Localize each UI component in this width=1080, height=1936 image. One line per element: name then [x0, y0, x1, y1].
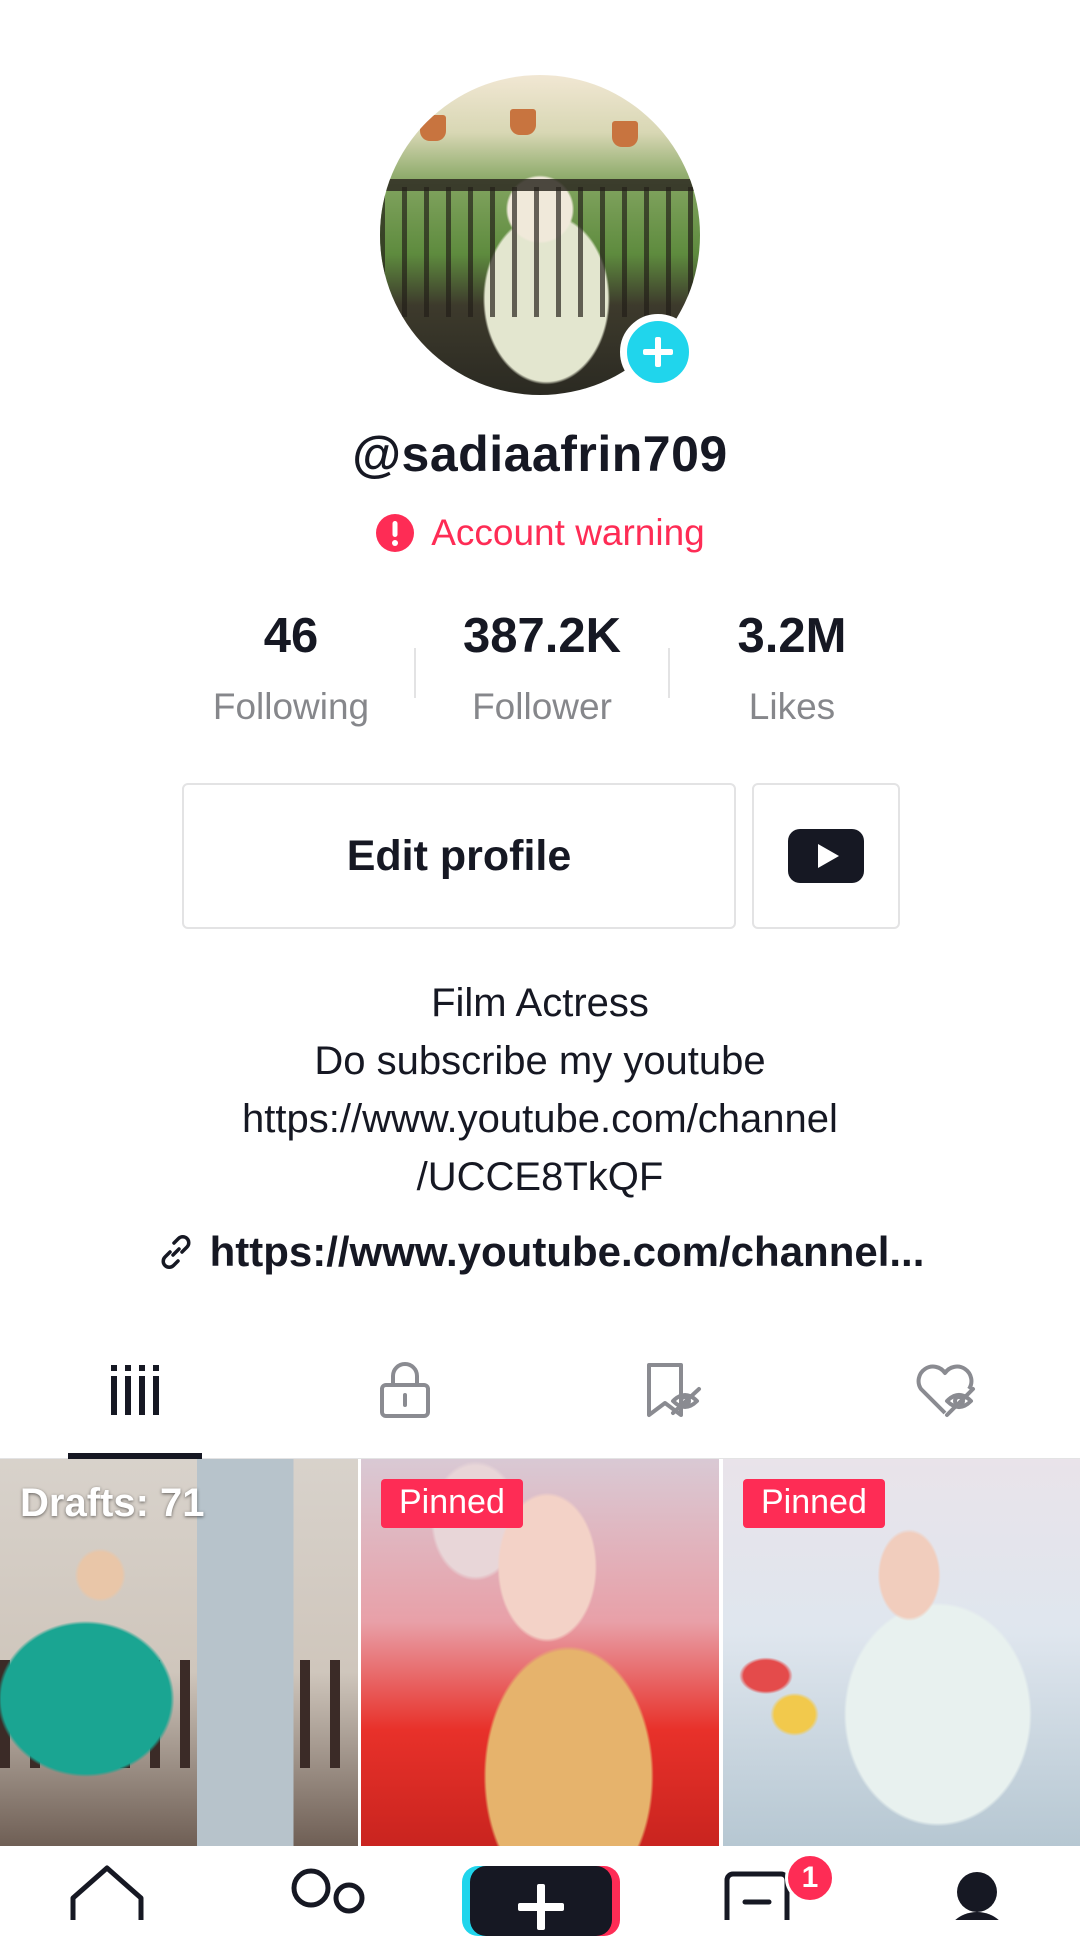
follower-label: Follower [472, 686, 612, 727]
pinned-badge: Pinned [743, 1479, 885, 1528]
username: @sadiaafrin709 [352, 426, 728, 482]
youtube-icon [788, 829, 864, 883]
friends-icon [291, 1868, 365, 1914]
avatar-plant-pot [510, 109, 536, 135]
likes-label: Likes [748, 686, 836, 727]
plus-icon [518, 1884, 564, 1930]
grid-videos-icon [111, 1365, 159, 1415]
stat-following[interactable]: 46 Following [191, 608, 391, 728]
pinned-badge: Pinned [381, 1479, 523, 1528]
stat-divider [414, 648, 416, 698]
drafts-label: Drafts: 71 [20, 1481, 205, 1525]
account-warning-link[interactable]: Account warning [0, 512, 1080, 554]
home-icon [70, 1865, 144, 1920]
bookmark-hidden-icon [647, 1363, 701, 1417]
edit-profile-button[interactable]: Edit profile [182, 783, 736, 929]
bio-line: https://www.youtube.com/channel [242, 1097, 838, 1141]
tab-favorites[interactable] [600, 1360, 750, 1420]
stat-likes[interactable]: 3.2M Likes [692, 608, 892, 728]
likes-count: 3.2M [737, 609, 847, 663]
profile-link[interactable]: https://www.youtube.com/channel... [0, 1228, 1080, 1276]
bio-line: Do subscribe my youtube [314, 1039, 766, 1083]
heart-hidden-icon [916, 1364, 975, 1417]
nav-home[interactable] [52, 1862, 162, 1920]
profile-link-text: https://www.youtube.com/channel... [209, 1228, 925, 1275]
video-thumbnail-pinned[interactable]: Pinned [361, 1459, 719, 1846]
stat-follower[interactable]: 387.2K Follower [442, 608, 642, 728]
create-button[interactable] [470, 1866, 612, 1936]
bio: Film Actress Do subscribe my youtube htt… [0, 974, 1080, 1206]
stat-divider [668, 648, 670, 698]
plus-icon [643, 337, 673, 367]
follower-count: 387.2K [462, 609, 621, 663]
link-icon [161, 1235, 191, 1269]
account-warning-label: Account warning [431, 512, 705, 553]
avatar-railing [380, 187, 700, 317]
bio-line: /UCCE8TkQF [416, 1155, 664, 1199]
following-count: 46 [263, 609, 319, 663]
nav-profile[interactable] [922, 1862, 1032, 1920]
tab-liked[interactable] [872, 1360, 1022, 1420]
inbox-badge: 1 [785, 1853, 835, 1903]
following-label: Following [212, 686, 370, 727]
video-thumbnail-drafts[interactable]: Drafts: 71 [0, 1459, 358, 1846]
video-thumbnail-pinned[interactable]: Pinned [723, 1459, 1080, 1846]
avatar-plant-pot [420, 115, 446, 141]
lock-icon [380, 1362, 430, 1418]
bio-line: Film Actress [431, 981, 649, 1025]
nav-friends[interactable] [272, 1862, 382, 1920]
tab-videos[interactable] [60, 1360, 210, 1420]
tab-private[interactable] [330, 1360, 480, 1420]
warning-icon [376, 514, 415, 552]
youtube-button[interactable] [752, 783, 900, 929]
add-avatar-button[interactable] [620, 314, 696, 390]
profile-icon [955, 1872, 999, 1920]
avatar-plant-pot [612, 121, 638, 147]
